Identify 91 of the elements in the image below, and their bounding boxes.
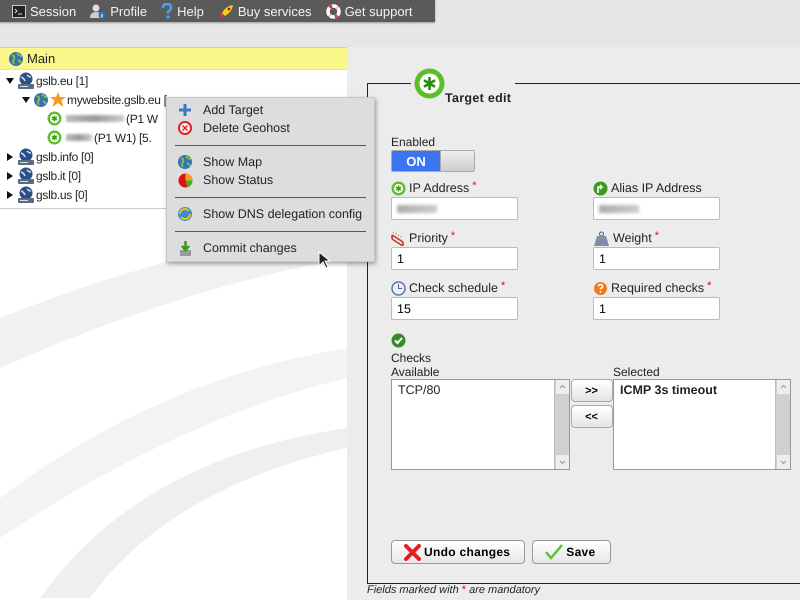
tree-item[interactable]: mywebsite.gslb.eu [ [67, 92, 167, 106]
asterisk-badge-icon [414, 68, 445, 99]
list-option[interactable]: TCP/80 [398, 383, 548, 397]
toolbar-link[interactable]: Profile [90, 4, 148, 18]
collapsed-triangle-icon[interactable] [6, 152, 14, 160]
list-option[interactable]: ICMP 3s timeout [620, 383, 769, 397]
field-label: IP Address [409, 181, 470, 195]
menu-item[interactable]: Show Map [167, 153, 374, 171]
tree-header-title: Main [27, 51, 56, 66]
delete-icon [178, 121, 192, 135]
server-globe-icon [17, 186, 35, 203]
plus-icon [179, 104, 191, 116]
panel-title: Target edit [445, 91, 512, 105]
toolbar-link[interactable]: Buy services [218, 4, 312, 18]
required-mark: * [500, 280, 506, 292]
field-label: Priority [409, 231, 448, 245]
save-button[interactable]: Save [532, 540, 611, 564]
redacted-address [66, 115, 124, 122]
undo-button[interactable]: Undo changes [391, 540, 526, 564]
server-globe-icon [17, 148, 35, 165]
expanded-triangle-icon[interactable] [22, 96, 30, 104]
user-info-icon [90, 4, 106, 18]
required-mark: * [654, 230, 659, 242]
help-icon [161, 3, 174, 19]
field-label: Alias IP Address [611, 181, 702, 195]
required-mark: * [450, 230, 456, 242]
mouse-pointer-icon [318, 251, 330, 269]
input-field[interactable] [391, 197, 518, 220]
field-label: Check schedule [409, 281, 498, 295]
ruler-icon [391, 230, 406, 246]
weight-icon [593, 230, 610, 246]
tree-item[interactable]: gslb.us [0] [36, 188, 88, 202]
server-globe-icon [17, 72, 35, 89]
toolbar-link[interactable]: Session [12, 4, 76, 18]
toolbar-link[interactable]: Get support [326, 4, 412, 18]
tree-item[interactable]: (P1 W1) [5. [94, 130, 152, 144]
asterisk-badge-icon [391, 180, 406, 196]
input-field[interactable]: 1 [391, 247, 518, 270]
field-label: Required checks [611, 281, 704, 295]
star-icon [50, 92, 66, 108]
tree-item[interactable]: gslb.it [0] [36, 168, 81, 182]
menu-item[interactable]: Add Target [167, 101, 374, 119]
download-box-icon [178, 240, 192, 256]
remove-button[interactable]: << [570, 405, 612, 428]
cross-icon [404, 544, 421, 560]
tree-item[interactable]: gslb.info [0] [36, 150, 94, 164]
menu-item[interactable]: Delete Geohost [167, 119, 374, 137]
rocket-icon [218, 4, 234, 18]
asterisk-badge-icon [47, 130, 62, 145]
expanded-triangle-icon[interactable] [6, 76, 14, 84]
asterisk-badge-icon [47, 111, 62, 126]
collapsed-triangle-icon[interactable] [6, 172, 14, 180]
input-field[interactable]: 1 [593, 247, 720, 270]
terminal-icon [12, 4, 26, 18]
list-box[interactable]: TCP/80 [391, 379, 570, 470]
arrow-badge-icon [593, 180, 608, 196]
question-badge-icon [593, 280, 608, 296]
server-globe-icon [17, 167, 35, 184]
toggle-switch[interactable]: ON [391, 150, 475, 172]
mandatory-note: Fields marked with * are mandatory [367, 584, 540, 596]
globe-icon [8, 50, 24, 66]
section-label: Checks [391, 351, 432, 365]
check-badge-icon [391, 333, 406, 348]
scrollbar[interactable] [775, 380, 790, 469]
input-field[interactable]: 1 [593, 297, 720, 320]
field-label: Weight [613, 231, 652, 245]
list-box[interactable]: ICMP 3s timeout [613, 379, 791, 470]
menu-item[interactable]: Show DNS delegation config [167, 205, 374, 223]
toolbar-link[interactable]: Help [161, 3, 204, 19]
input-field[interactable] [593, 197, 720, 220]
redacted-address [66, 134, 92, 141]
globe-icon [33, 92, 49, 108]
field-label: Enabled [391, 135, 436, 149]
check-icon [545, 544, 564, 560]
menu-item[interactable]: Show Status [167, 171, 374, 189]
globe-arrows-icon [177, 206, 193, 222]
lifebuoy-icon [326, 4, 341, 18]
add-button[interactable]: >> [570, 379, 612, 402]
collapsed-triangle-icon[interactable] [6, 190, 14, 198]
tree-item[interactable]: gslb.eu [1] [36, 74, 88, 88]
input-field[interactable]: 15 [391, 297, 518, 320]
pie-chart-icon [178, 172, 192, 188]
scrollbar[interactable] [554, 380, 569, 469]
required-mark: * [472, 180, 477, 192]
list-label: Selected [613, 365, 661, 379]
globe-icon [177, 154, 193, 170]
clock-icon [391, 280, 406, 296]
tree-item[interactable]: (P1 W [126, 112, 158, 126]
menu-item[interactable]: Commit changes [167, 239, 374, 257]
required-mark: * [707, 280, 712, 292]
list-label: Available [391, 365, 440, 379]
